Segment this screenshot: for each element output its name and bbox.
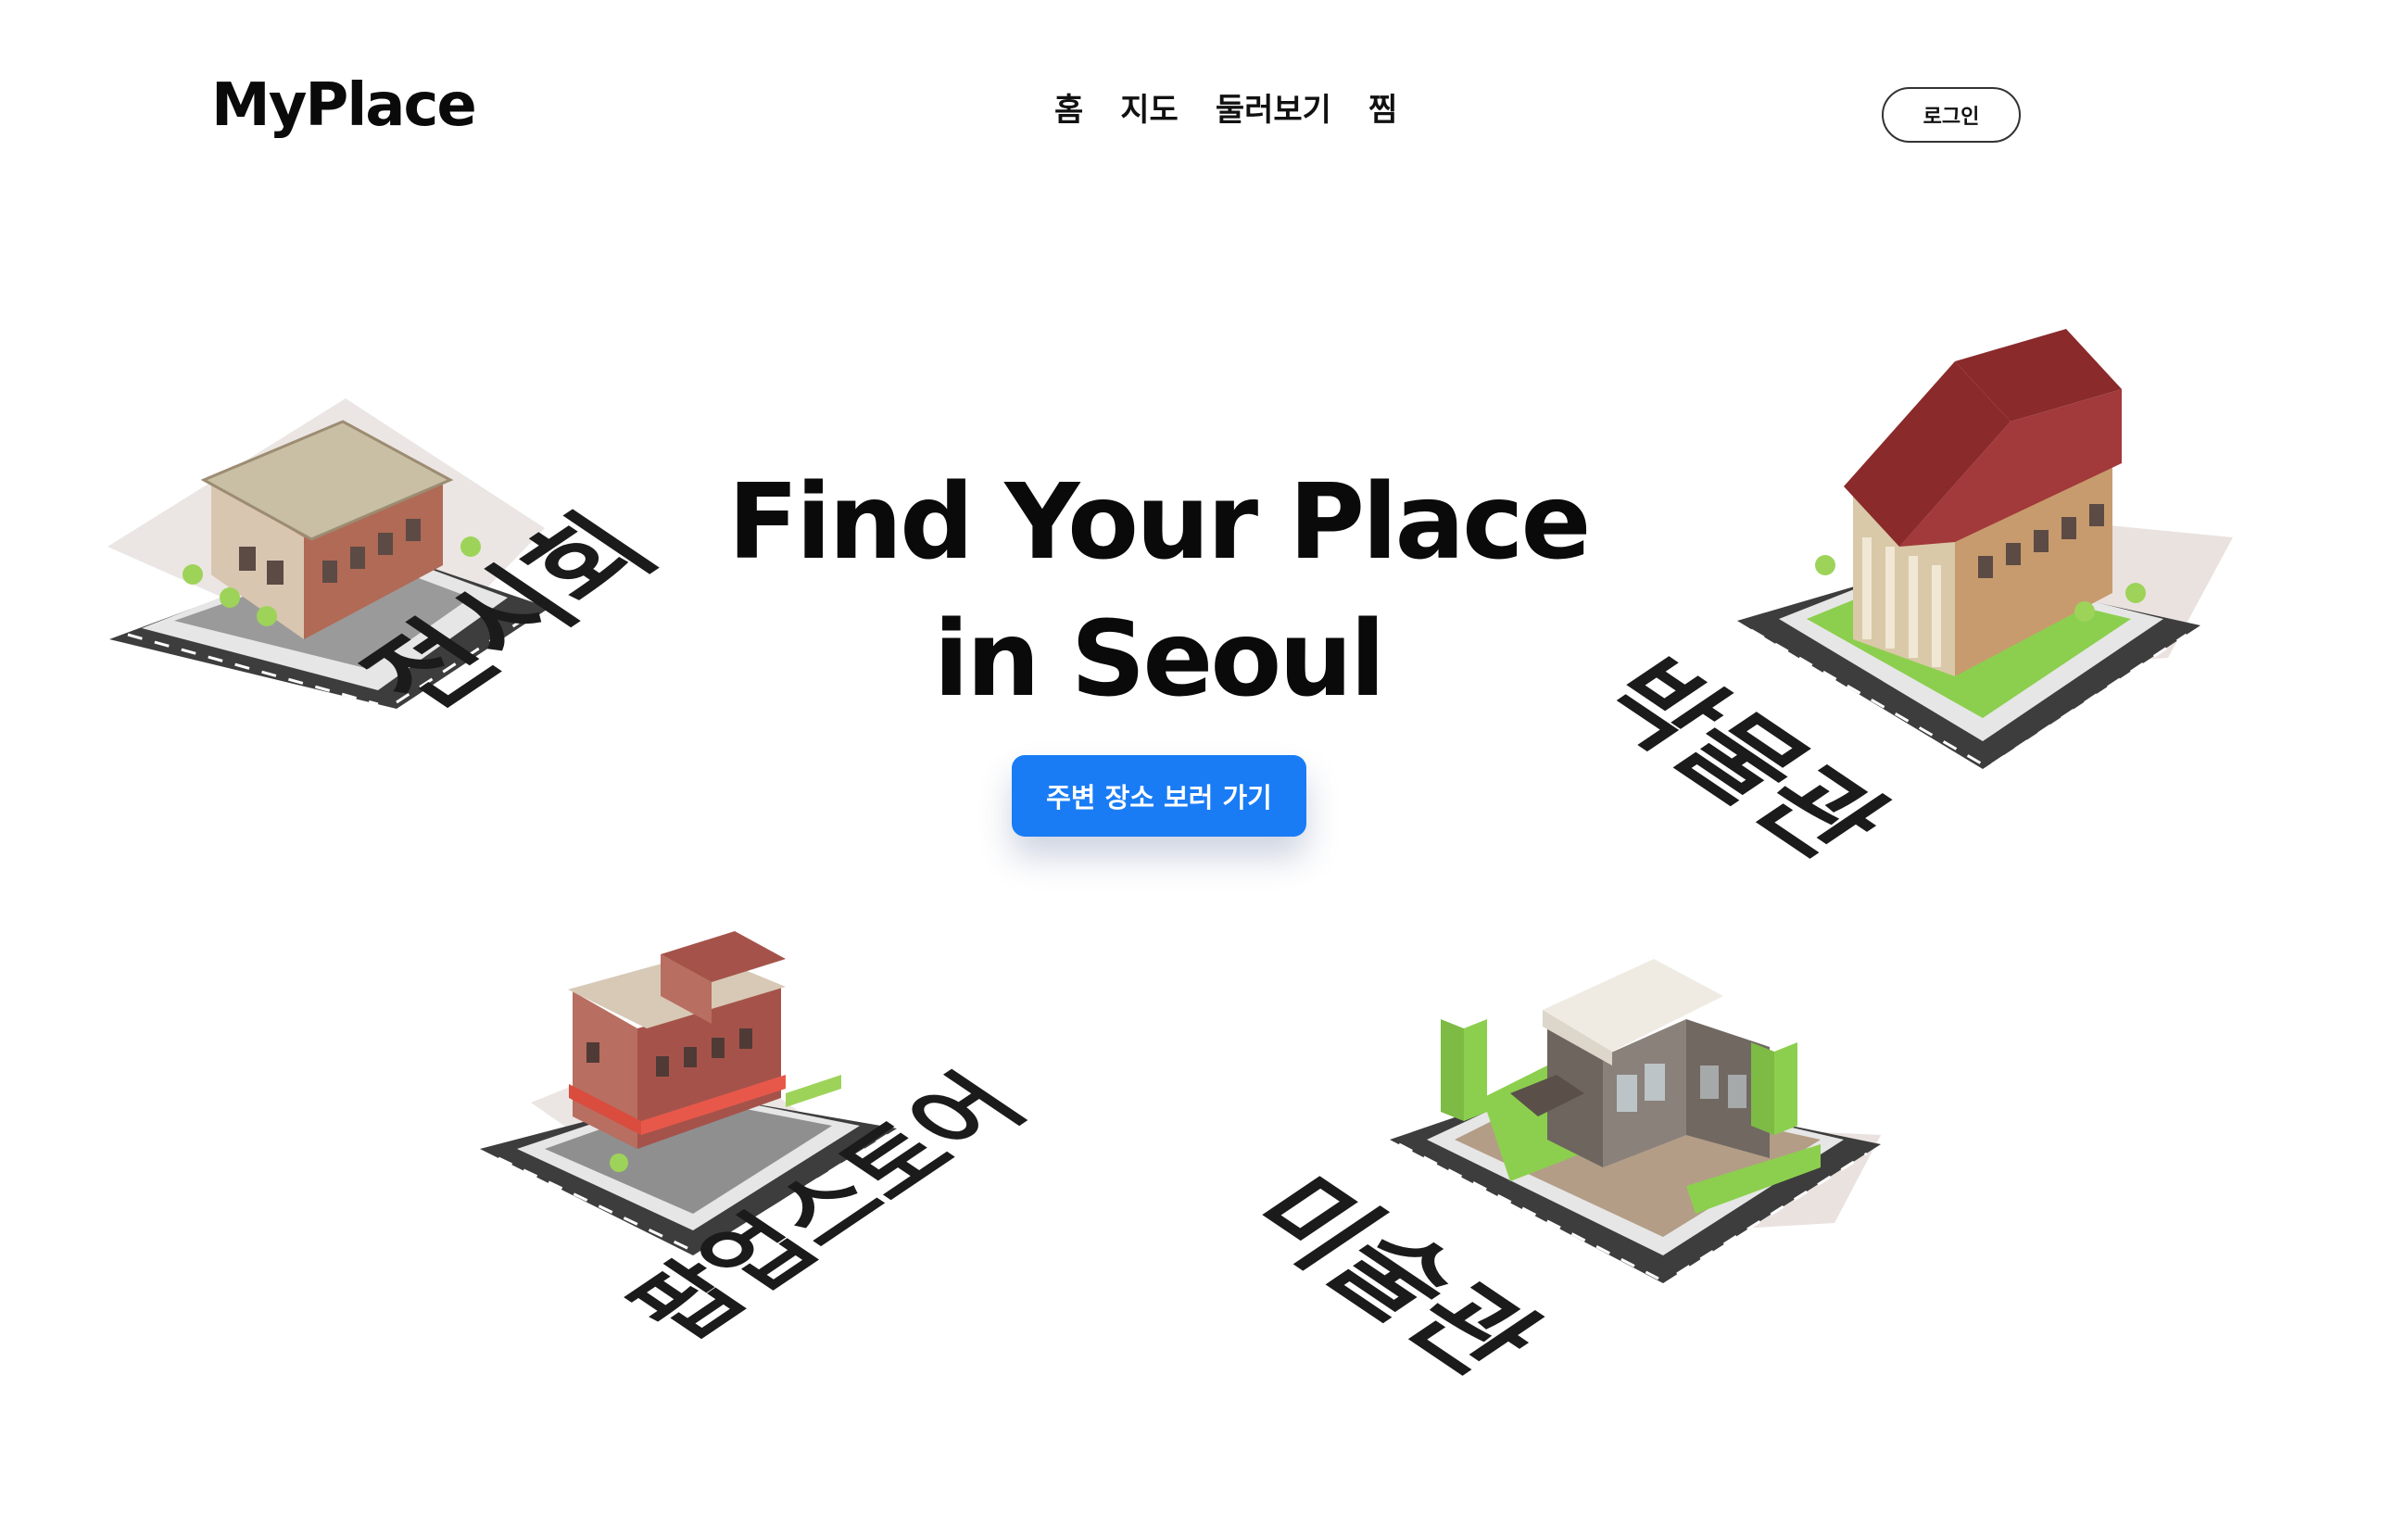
nav-home[interactable]: 홈 <box>1054 95 1083 126</box>
place-card-popup-store[interactable]: 팝업스토어 <box>480 931 1054 1381</box>
hero-title: Find Your Place in Seoul <box>649 454 1668 728</box>
hero-title-line-1: Find Your Place <box>727 462 1592 583</box>
find-nearby-button[interactable]: 주변 장소 보러 가기 <box>1012 755 1306 837</box>
nav-browse[interactable]: 둘러보기 <box>1216 95 1331 126</box>
hero-title-line-2: in Seoul <box>933 599 1386 720</box>
nav-map[interactable]: 지도 <box>1120 95 1179 126</box>
place-card-art-gallery[interactable]: 미술관 <box>1220 954 1899 1393</box>
login-button[interactable]: 로그인 <box>1882 87 2021 143</box>
main-nav: 홈 지도 둘러보기 찜 <box>1054 95 1397 126</box>
logo[interactable]: MyPlace <box>211 76 477 135</box>
place-card-museum[interactable]: 박물관 <box>1568 329 2242 876</box>
place-card-exhibition[interactable]: 전시회 <box>100 398 683 834</box>
nav-favorites[interactable]: 찜 <box>1368 95 1397 126</box>
